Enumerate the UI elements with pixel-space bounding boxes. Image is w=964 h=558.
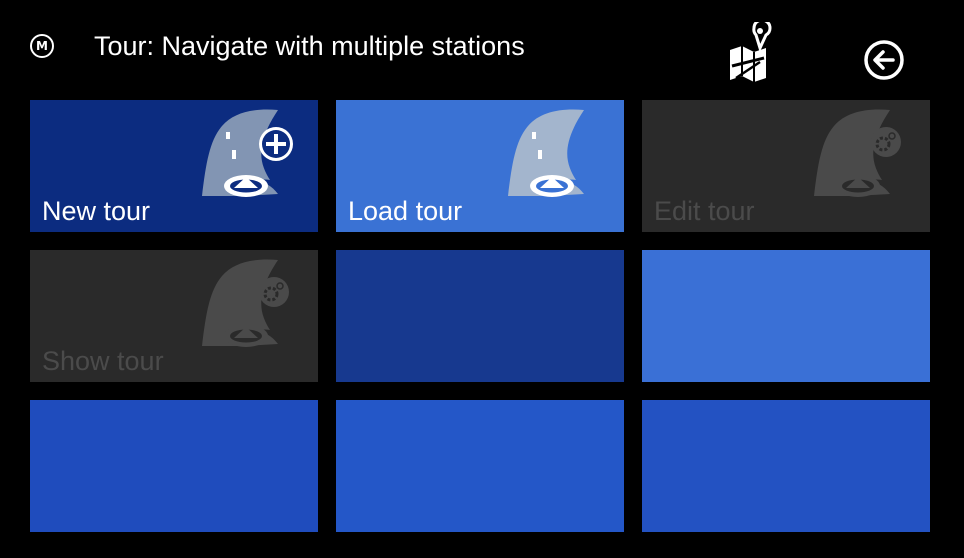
tour-menu-screen: M Tour: Navigate with multiple stations [0,0,964,558]
map-pin-edit-icon[interactable] [724,18,772,82]
show-tour-label: Show tour [42,346,164,376]
empty-tile-9 [642,400,930,532]
empty-tile-8 [336,400,624,532]
back-button[interactable] [862,38,906,82]
header-bar: M Tour: Navigate with multiple stations [0,0,964,96]
empty-tile-6 [642,250,930,382]
edit-tour-button[interactable]: Edit tour [642,100,930,232]
empty-tile-7 [30,400,318,532]
new-tour-button[interactable]: New tour [30,100,318,232]
back-arrow-icon [864,40,904,80]
road-add-icon [202,109,293,197]
page-title: Tour: Navigate with multiple stations [94,31,525,61]
road-settings-icon [814,109,901,197]
road-settings-icon [202,259,289,347]
empty-tile-5 [336,250,624,382]
show-tour-button[interactable]: Show tour [30,250,318,382]
road-icon [508,109,584,197]
load-tour-label: Load tour [348,196,463,226]
new-tour-label: New tour [42,196,151,226]
load-tour-button[interactable]: Load tour [336,100,624,232]
edit-tour-label: Edit tour [654,196,755,226]
m-badge-icon[interactable]: M [30,34,54,58]
